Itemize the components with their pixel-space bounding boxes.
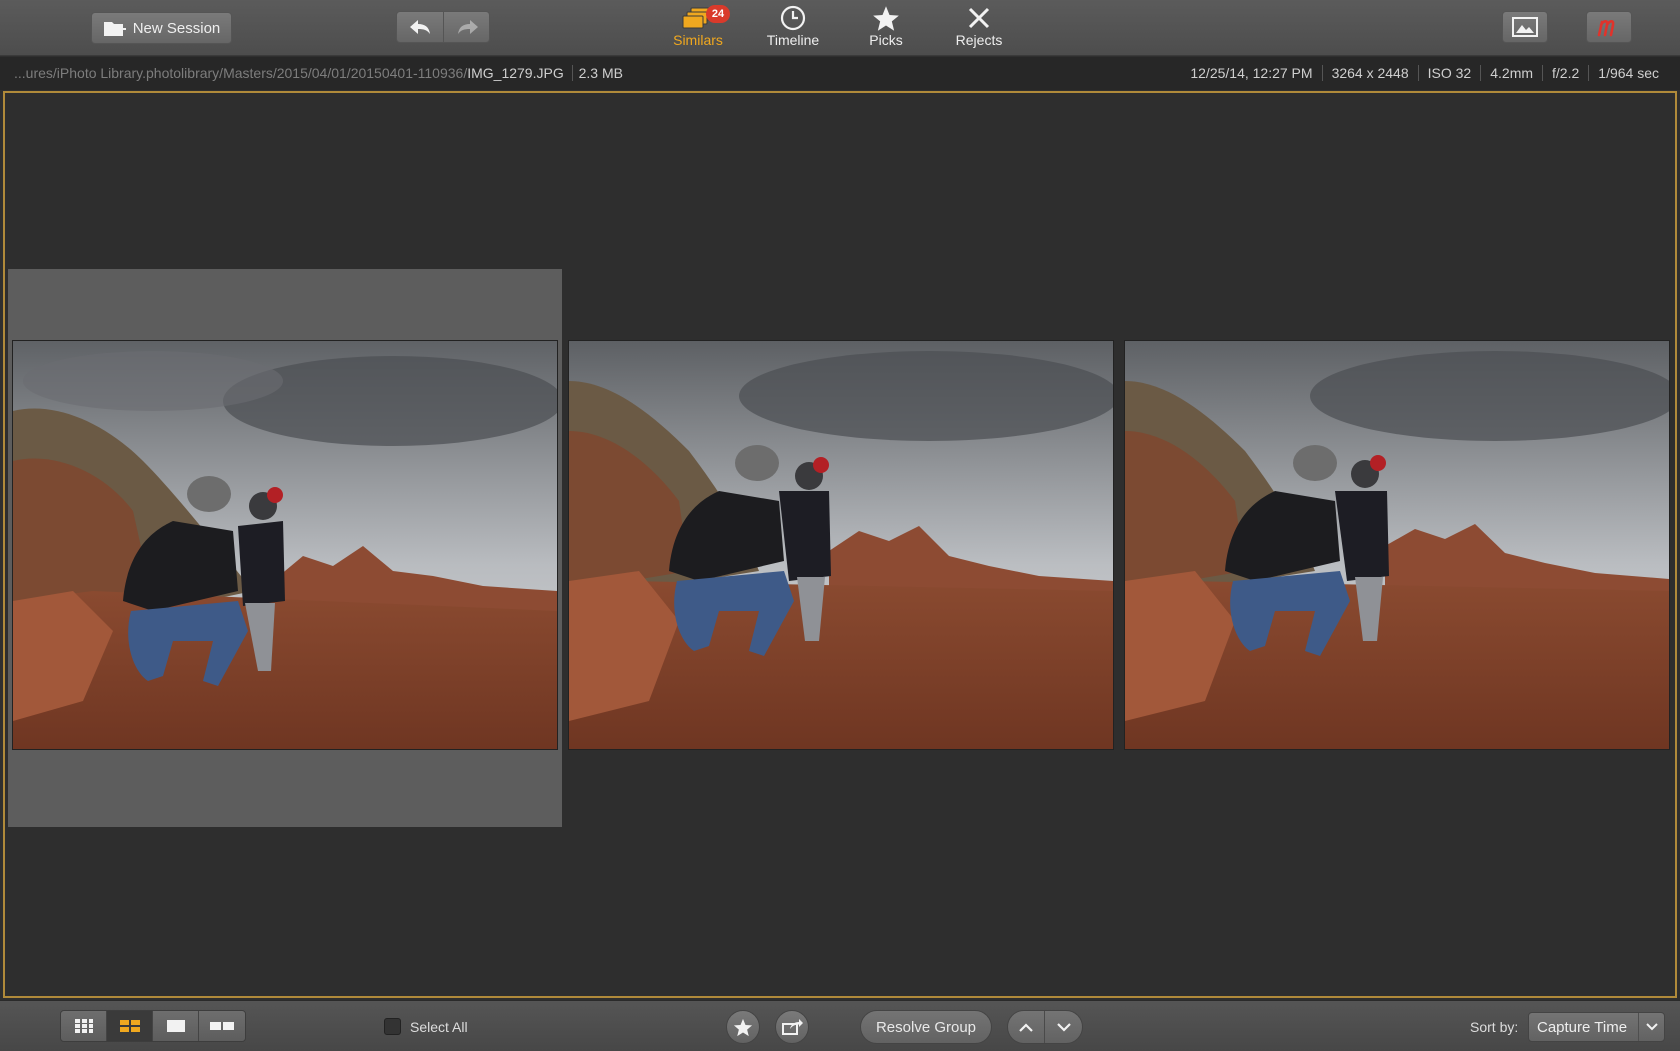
x-icon	[968, 7, 990, 29]
similars-count-badge: 24	[706, 5, 730, 23]
focal-length: 4.2mm	[1480, 65, 1542, 81]
photo-viewer	[3, 91, 1677, 998]
logo-m-icon	[1597, 19, 1615, 37]
tab-similars-label: Similars	[673, 32, 723, 48]
share-icon	[782, 1019, 803, 1035]
picture-icon	[1512, 17, 1538, 37]
tab-timeline[interactable]: Timeline	[753, 4, 833, 52]
photo-thumbnail[interactable]	[1125, 341, 1669, 749]
back-arrow-icon	[410, 20, 430, 34]
sort-select[interactable]: Capture Time	[1528, 1012, 1665, 1042]
grid-icon	[74, 1019, 93, 1033]
chevron-up-icon	[1019, 1022, 1033, 1032]
info-bar: ...ures/iPhoto Library.photolibrary/Mast…	[0, 57, 1680, 90]
photo-scene	[569, 341, 1113, 749]
back-button[interactable]	[397, 12, 444, 42]
bottom-bar: Select All Resolve Group Sort by: Captur…	[0, 1000, 1680, 1051]
group-view-button[interactable]	[107, 1011, 153, 1041]
file-path: ...ures/iPhoto Library.photolibrary/Mast…	[14, 65, 623, 81]
view-mode-selector	[60, 1010, 246, 1042]
image-dimensions: 3264 x 2448	[1321, 65, 1418, 81]
grid-view-button[interactable]	[61, 1011, 107, 1041]
file-size: 2.3 MB	[571, 65, 623, 81]
forward-arrow-icon	[457, 20, 478, 34]
group-navigation	[1007, 1010, 1083, 1044]
clock-icon	[780, 5, 806, 31]
history-nav	[396, 11, 490, 43]
select-all-checkbox[interactable]	[384, 1018, 401, 1035]
star-icon	[873, 5, 899, 31]
sort-label: Sort by:	[1470, 1019, 1519, 1035]
chevron-down-icon	[1056, 1022, 1071, 1032]
image-view-button[interactable]	[1502, 11, 1548, 43]
aperture-value: f/2.2	[1542, 65, 1588, 81]
shutter-speed: 1/964 sec	[1588, 65, 1668, 81]
file-name: IMG_1279.JPG	[467, 65, 564, 81]
resolve-group-button[interactable]: Resolve Group	[860, 1010, 992, 1044]
toolbar: New Session Similars 24 Timeline Picks R…	[0, 0, 1680, 56]
new-session-button[interactable]: New Session	[91, 12, 232, 44]
sort-dropdown-toggle[interactable]	[1638, 1013, 1664, 1041]
forward-button[interactable]	[444, 12, 491, 42]
photo-scene	[13, 341, 557, 749]
new-session-label: New Session	[132, 19, 221, 37]
tab-picks[interactable]: Picks	[846, 4, 926, 52]
photo-thumbnail[interactable]	[13, 341, 557, 749]
group-grid-icon	[119, 1020, 140, 1032]
chevron-down-icon	[1645, 1023, 1658, 1031]
tab-rejects-label: Rejects	[955, 32, 1003, 48]
pick-button[interactable]	[726, 1010, 760, 1044]
sort-value: Capture Time	[1537, 1018, 1628, 1036]
star-icon	[733, 1018, 753, 1036]
photo-thumbnail[interactable]	[569, 341, 1113, 749]
tab-picks-label: Picks	[869, 32, 903, 48]
previous-group-button[interactable]	[1008, 1011, 1046, 1043]
select-all-label: Select All	[410, 1018, 468, 1035]
select-all-control[interactable]: Select All	[384, 1018, 468, 1035]
iso-value: ISO 32	[1417, 65, 1481, 81]
single-view-button[interactable]	[153, 1011, 199, 1041]
compare-view-button[interactable]	[199, 1011, 245, 1041]
file-path-prefix: ...ures/iPhoto Library.photolibrary/Mast…	[14, 65, 468, 81]
share-button[interactable]	[775, 1010, 809, 1044]
tab-rejects[interactable]: Rejects	[939, 4, 1019, 52]
app-logo-button[interactable]	[1586, 11, 1632, 43]
capture-date: 12/25/14, 12:27 PM	[1190, 65, 1313, 81]
exif-metadata: 12/25/14, 12:27 PM 3264 x 2448 ISO 32 4.…	[1181, 65, 1668, 81]
photo-scene	[1125, 341, 1669, 749]
next-group-button[interactable]	[1045, 1011, 1082, 1043]
tab-timeline-label: Timeline	[766, 32, 820, 48]
tab-similars[interactable]: Similars 24	[658, 4, 738, 52]
compare-frames-icon	[210, 1022, 234, 1030]
folder-add-icon	[103, 22, 126, 36]
single-frame-icon	[166, 1020, 185, 1032]
